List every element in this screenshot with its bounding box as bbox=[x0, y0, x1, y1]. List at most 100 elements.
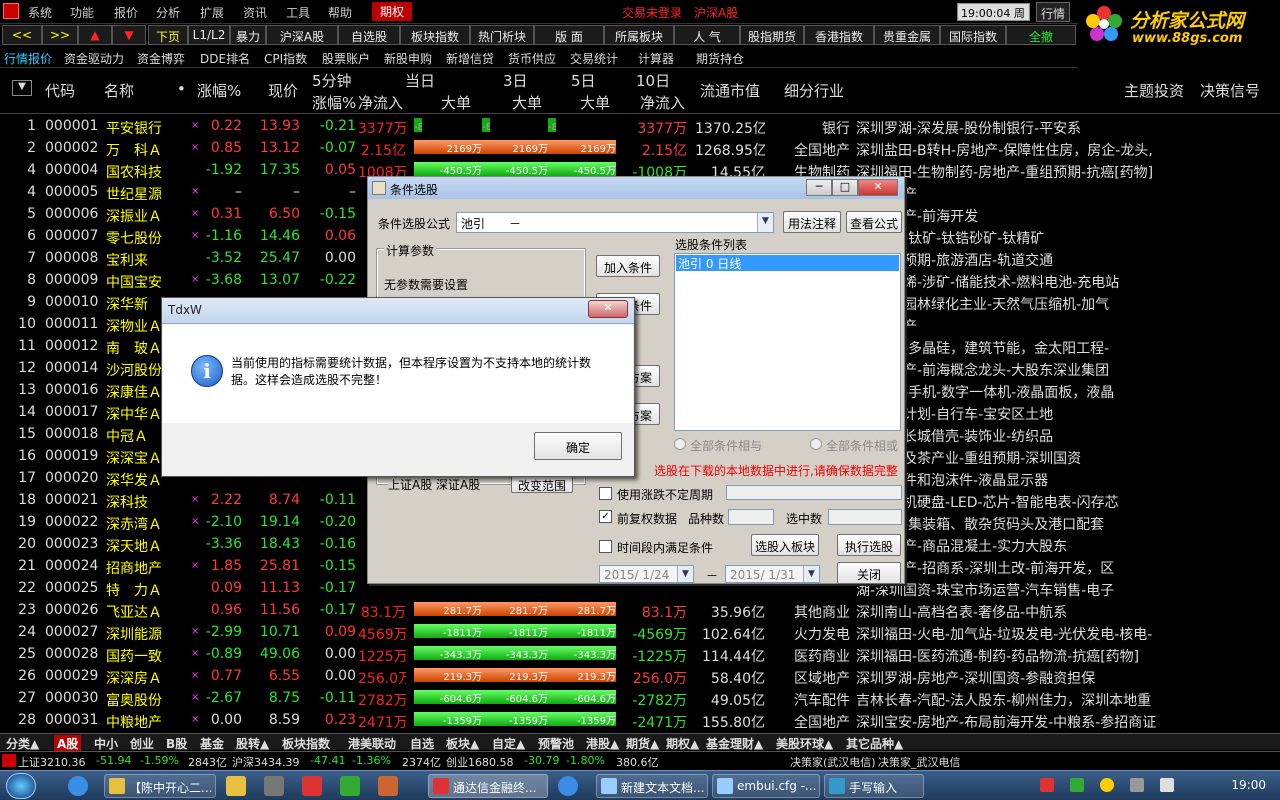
table-row[interactable]: 28 000031 中粮地产 × 0.00 8.59 0.23 2471万 -2471万 155.… bbox=[0, 710, 1190, 732]
tray-icon-4[interactable] bbox=[1130, 778, 1144, 792]
watchlist-button[interactable]: 自选股 bbox=[338, 25, 400, 45]
belong-sector-button[interactable]: 所属板块 bbox=[604, 25, 674, 45]
view-formula-button[interactable]: 查看公式 bbox=[846, 211, 902, 233]
bottom-tab-18[interactable]: 其它品种▲ bbox=[846, 735, 903, 752]
tab-calculator[interactable]: 计算器 bbox=[638, 50, 674, 67]
trade-status[interactable]: 交易未登录 bbox=[622, 4, 682, 21]
menu-options[interactable]: 期权 bbox=[372, 2, 413, 21]
bottom-tab-4[interactable]: B股 bbox=[166, 735, 187, 752]
intl-index-button[interactable]: 国际指数 bbox=[940, 25, 1006, 45]
limit-period-field[interactable] bbox=[726, 485, 902, 500]
tab-trade-stats[interactable]: 交易统计 bbox=[570, 50, 618, 67]
bottom-tab-8[interactable]: 港美联动 bbox=[348, 735, 396, 752]
header-price[interactable]: 现价 bbox=[268, 80, 298, 101]
table-row[interactable]: 25 000028 国药一致 × -0.89 49.06 0.00 1225万 -1225万 11… bbox=[0, 644, 1190, 666]
dialog-close-button[interactable]: 关闭 bbox=[837, 562, 901, 584]
menu-analysis[interactable]: 分析 bbox=[156, 4, 180, 21]
header-industry[interactable]: 细分行业 bbox=[784, 80, 844, 101]
period-checkbox[interactable] bbox=[599, 540, 612, 553]
hs-index[interactable]: 沪深3434.39 bbox=[232, 754, 300, 770]
cancel-all-button[interactable]: 全撤 bbox=[1006, 25, 1076, 45]
bottom-tab-0[interactable]: 分类▲ bbox=[6, 735, 39, 752]
status-alert-icon[interactable] bbox=[2, 754, 16, 767]
hs-a-button[interactable]: 沪深A股 bbox=[266, 25, 338, 45]
menu-help[interactable]: 帮助 bbox=[328, 4, 352, 21]
task-handwriting[interactable]: 手写输入 bbox=[824, 774, 924, 798]
header-big-3day[interactable]: 大单 bbox=[512, 92, 542, 113]
app-icon[interactable] bbox=[378, 776, 398, 796]
table-row[interactable]: 2 000002 万 科Ａ × 0.85 13.12 -0.07 2.15亿 2.15亿 1268… bbox=[0, 138, 1190, 160]
hk-index-button[interactable]: 香港指数 bbox=[804, 25, 874, 45]
header-big-today[interactable]: 大单 bbox=[441, 92, 471, 113]
bottom-tab-16[interactable]: 基金理财▲ bbox=[706, 735, 763, 752]
header-net-inflow[interactable]: 净流入 bbox=[358, 92, 403, 113]
maximize-icon[interactable]: □ bbox=[832, 179, 858, 196]
condition-list-item[interactable]: 池引 0 日线 bbox=[676, 255, 899, 271]
cy-index[interactable]: 创业1680.58 bbox=[446, 754, 514, 770]
l1-l2-button[interactable]: L1/L2 bbox=[188, 25, 230, 45]
header-signal[interactable]: 决策信号 bbox=[1200, 80, 1260, 101]
header-mktcap[interactable]: 流通市值 bbox=[700, 80, 760, 101]
first-page-button[interactable]: << bbox=[2, 25, 42, 45]
browser-icon[interactable] bbox=[558, 776, 578, 796]
bottom-tab-6[interactable]: 股转▲ bbox=[236, 735, 269, 752]
bottom-tab-13[interactable]: 港股▲ bbox=[586, 735, 619, 752]
hot-sector-button[interactable]: 热门析块 bbox=[470, 25, 534, 45]
header-code[interactable]: 代码 bbox=[45, 80, 75, 101]
tray-icon-1[interactable] bbox=[1040, 778, 1054, 792]
menu-news[interactable]: 资讯 bbox=[243, 4, 267, 21]
tab-money-supply[interactable]: 货币供应 bbox=[508, 50, 556, 67]
broker-server-2[interactable]: 决策家_武汉电信 bbox=[878, 754, 961, 770]
violent-button[interactable]: 暴力 bbox=[230, 25, 266, 45]
volume-icon[interactable] bbox=[1160, 778, 1174, 792]
table-row[interactable]: 24 000027 深圳能源 × -2.99 10.71 0.09 4569万 -4569万 10… bbox=[0, 622, 1190, 644]
tdx-icon[interactable] bbox=[302, 776, 322, 796]
table-row[interactable]: 1 000001 平安银行 × 0.22 13.93 -0.21 3377万 3377万 1370… bbox=[0, 116, 1190, 138]
bottom-tab-2[interactable]: 中小 bbox=[94, 735, 118, 752]
formula-select[interactable]: 池引 － ▼ bbox=[456, 212, 774, 233]
sh-index[interactable]: 上证3210.36 bbox=[18, 754, 86, 770]
tab-quotes[interactable]: 行情报价 bbox=[4, 50, 52, 67]
radio-or[interactable] bbox=[810, 438, 822, 450]
tab-futures-hold[interactable]: 期货持仓 bbox=[696, 50, 744, 67]
adjusted-data-checkbox[interactable]: ✓ bbox=[599, 510, 612, 523]
radio-and[interactable] bbox=[674, 438, 686, 450]
bottom-tab-7[interactable]: 板块指数 bbox=[282, 735, 330, 752]
down-arrow-icon[interactable]: ▼ bbox=[112, 25, 146, 45]
table-row[interactable]: 27 000030 富奥股份 × -2.67 8.75 -0.11 2782万 -2782万 49… bbox=[0, 688, 1190, 710]
bottom-tab-3[interactable]: 创业 bbox=[130, 735, 154, 752]
close-icon[interactable]: ✕ bbox=[858, 179, 898, 196]
table-row[interactable]: 23 000026 飞亚达Ａ 0.96 11.56 -0.17 83.1万 83.1万 35.9… bbox=[0, 600, 1190, 622]
popularity-button[interactable]: 人 气 bbox=[674, 25, 740, 45]
up-arrow-icon[interactable]: ▲ bbox=[78, 25, 112, 45]
chevron-down-icon[interactable]: ▼ bbox=[757, 213, 773, 232]
quote-button[interactable]: 行情 bbox=[1036, 2, 1070, 22]
ie-icon[interactable] bbox=[68, 776, 88, 796]
precious-metal-button[interactable]: 贵重金属 bbox=[874, 25, 940, 45]
date-from-field[interactable]: 2015/ 1/24 ▼ bbox=[599, 565, 694, 583]
header-today[interactable]: 当日 bbox=[405, 70, 435, 91]
task-chenzhong[interactable]: 【陈中开心二... bbox=[104, 774, 216, 798]
last-page-button[interactable]: >> bbox=[42, 25, 78, 45]
usage-notes-button[interactable]: 用法注释 bbox=[783, 211, 841, 233]
tab-credit[interactable]: 新增信贷 bbox=[446, 50, 494, 67]
date-to-dropdown-icon[interactable]: ▼ bbox=[803, 566, 819, 582]
tab-fund-game[interactable]: 资金博弈 bbox=[137, 50, 185, 67]
security-icon[interactable] bbox=[340, 776, 360, 796]
tab-dde[interactable]: DDE排名 bbox=[200, 50, 250, 67]
header-5min[interactable]: 5分钟 bbox=[312, 70, 352, 91]
layout-button[interactable]: 版 面 bbox=[534, 25, 604, 45]
header-10day[interactable]: 10日 bbox=[636, 70, 670, 91]
menu-quote[interactable]: 报价 bbox=[114, 4, 138, 21]
date-to-field[interactable]: 2015/ 1/31 ▼ bbox=[725, 565, 820, 583]
bottom-tab-17[interactable]: 美股环球▲ bbox=[776, 735, 833, 752]
minimize-icon[interactable]: ─ bbox=[806, 179, 832, 196]
header-5day[interactable]: 5日 bbox=[571, 70, 596, 91]
tab-fund-drive[interactable]: 资金驱动力 bbox=[64, 50, 124, 67]
tray-icon-2[interactable] bbox=[1070, 778, 1084, 792]
next-page-button[interactable]: 下页 bbox=[148, 25, 188, 45]
add-condition-button[interactable]: 加入条件 bbox=[596, 255, 660, 277]
bottom-tab-11[interactable]: 自定▲ bbox=[492, 735, 525, 752]
task-embui-cfg[interactable]: embui.cfg -... bbox=[712, 774, 820, 798]
header-pct[interactable]: 涨幅% bbox=[197, 80, 241, 101]
